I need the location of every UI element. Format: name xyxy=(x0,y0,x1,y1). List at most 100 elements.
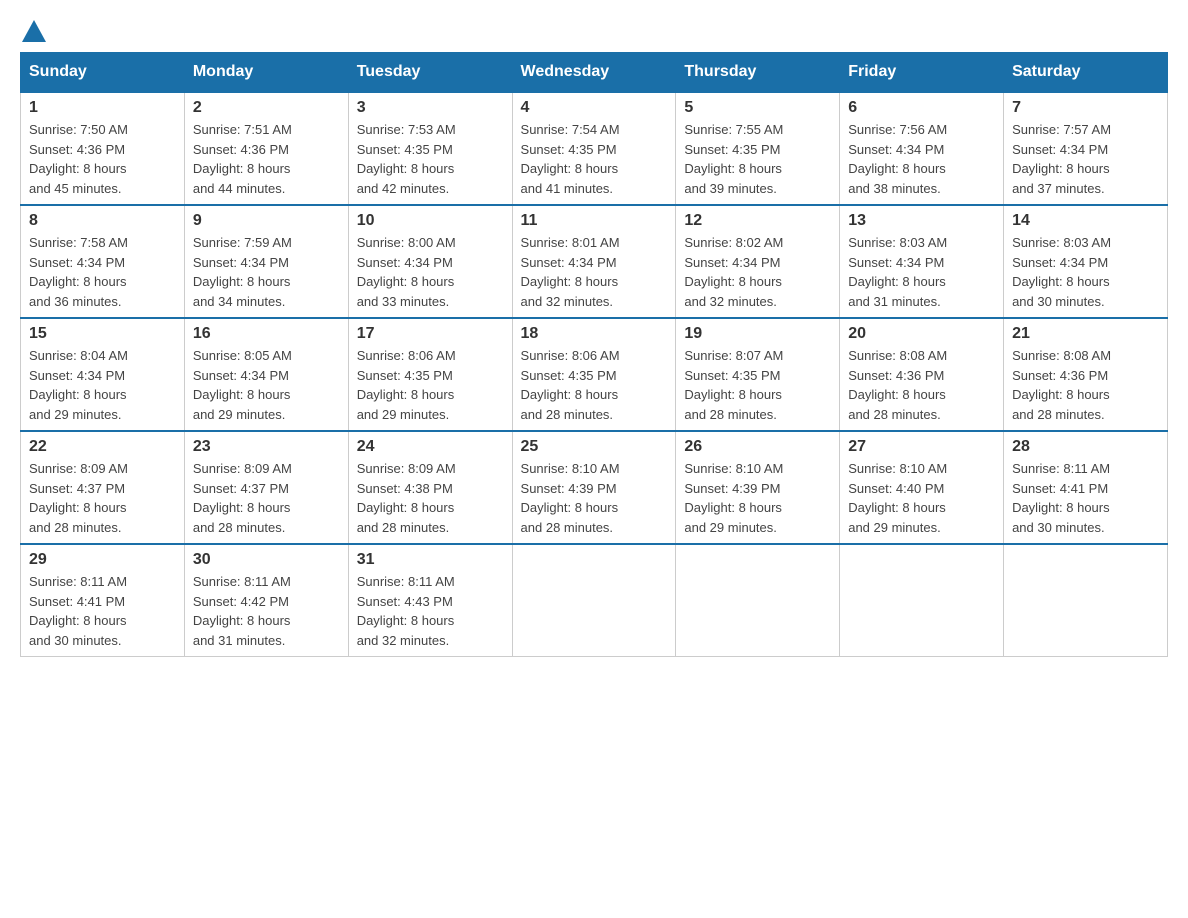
weekday-header-wednesday: Wednesday xyxy=(512,53,676,93)
day-number: 11 xyxy=(521,212,668,230)
calendar-cell: 19 Sunrise: 8:07 AMSunset: 4:35 PMDaylig… xyxy=(676,318,840,431)
calendar-cell: 2 Sunrise: 7:51 AMSunset: 4:36 PMDayligh… xyxy=(184,92,348,205)
calendar-cell: 11 Sunrise: 8:01 AMSunset: 4:34 PMDaylig… xyxy=(512,205,676,318)
calendar-cell: 30 Sunrise: 8:11 AMSunset: 4:42 PMDaylig… xyxy=(184,544,348,657)
weekday-header-friday: Friday xyxy=(840,53,1004,93)
day-info: Sunrise: 7:58 AMSunset: 4:34 PMDaylight:… xyxy=(29,235,128,309)
day-number: 10 xyxy=(357,212,504,230)
week-row-3: 15 Sunrise: 8:04 AMSunset: 4:34 PMDaylig… xyxy=(21,318,1168,431)
day-number: 24 xyxy=(357,438,504,456)
day-number: 4 xyxy=(521,99,668,117)
day-number: 1 xyxy=(29,99,176,117)
calendar-cell: 26 Sunrise: 8:10 AMSunset: 4:39 PMDaylig… xyxy=(676,431,840,544)
day-info: Sunrise: 8:01 AMSunset: 4:34 PMDaylight:… xyxy=(521,235,620,309)
day-info: Sunrise: 7:54 AMSunset: 4:35 PMDaylight:… xyxy=(521,122,620,196)
day-info: Sunrise: 8:10 AMSunset: 4:39 PMDaylight:… xyxy=(521,461,620,535)
calendar-cell: 13 Sunrise: 8:03 AMSunset: 4:34 PMDaylig… xyxy=(840,205,1004,318)
calendar-cell: 1 Sunrise: 7:50 AMSunset: 4:36 PMDayligh… xyxy=(21,92,185,205)
calendar-cell: 17 Sunrise: 8:06 AMSunset: 4:35 PMDaylig… xyxy=(348,318,512,431)
day-info: Sunrise: 7:56 AMSunset: 4:34 PMDaylight:… xyxy=(848,122,947,196)
day-info: Sunrise: 8:10 AMSunset: 4:40 PMDaylight:… xyxy=(848,461,947,535)
calendar-cell: 15 Sunrise: 8:04 AMSunset: 4:34 PMDaylig… xyxy=(21,318,185,431)
day-number: 23 xyxy=(193,438,340,456)
page-header xyxy=(20,20,1168,42)
calendar-cell: 16 Sunrise: 8:05 AMSunset: 4:34 PMDaylig… xyxy=(184,318,348,431)
calendar-cell: 28 Sunrise: 8:11 AMSunset: 4:41 PMDaylig… xyxy=(1004,431,1168,544)
day-number: 27 xyxy=(848,438,995,456)
weekday-header-saturday: Saturday xyxy=(1004,53,1168,93)
day-number: 12 xyxy=(684,212,831,230)
day-info: Sunrise: 7:53 AMSunset: 4:35 PMDaylight:… xyxy=(357,122,456,196)
calendar-cell: 7 Sunrise: 7:57 AMSunset: 4:34 PMDayligh… xyxy=(1004,92,1168,205)
day-info: Sunrise: 8:02 AMSunset: 4:34 PMDaylight:… xyxy=(684,235,783,309)
weekday-header-thursday: Thursday xyxy=(676,53,840,93)
day-number: 13 xyxy=(848,212,995,230)
day-info: Sunrise: 8:08 AMSunset: 4:36 PMDaylight:… xyxy=(848,348,947,422)
week-row-4: 22 Sunrise: 8:09 AMSunset: 4:37 PMDaylig… xyxy=(21,431,1168,544)
day-number: 7 xyxy=(1012,99,1159,117)
calendar-cell xyxy=(512,544,676,657)
day-info: Sunrise: 8:11 AMSunset: 4:41 PMDaylight:… xyxy=(1012,461,1110,535)
day-info: Sunrise: 8:06 AMSunset: 4:35 PMDaylight:… xyxy=(357,348,456,422)
day-number: 5 xyxy=(684,99,831,117)
weekday-header-sunday: Sunday xyxy=(21,53,185,93)
day-info: Sunrise: 8:03 AMSunset: 4:34 PMDaylight:… xyxy=(1012,235,1111,309)
weekday-header-row: SundayMondayTuesdayWednesdayThursdayFrid… xyxy=(21,53,1168,93)
day-number: 6 xyxy=(848,99,995,117)
day-info: Sunrise: 8:06 AMSunset: 4:35 PMDaylight:… xyxy=(521,348,620,422)
day-number: 15 xyxy=(29,325,176,343)
calendar-cell: 4 Sunrise: 7:54 AMSunset: 4:35 PMDayligh… xyxy=(512,92,676,205)
day-number: 29 xyxy=(29,551,176,569)
calendar-cell: 14 Sunrise: 8:03 AMSunset: 4:34 PMDaylig… xyxy=(1004,205,1168,318)
day-number: 17 xyxy=(357,325,504,343)
weekday-header-monday: Monday xyxy=(184,53,348,93)
day-number: 20 xyxy=(848,325,995,343)
day-info: Sunrise: 8:11 AMSunset: 4:43 PMDaylight:… xyxy=(357,574,455,648)
day-info: Sunrise: 8:10 AMSunset: 4:39 PMDaylight:… xyxy=(684,461,783,535)
day-info: Sunrise: 8:04 AMSunset: 4:34 PMDaylight:… xyxy=(29,348,128,422)
day-info: Sunrise: 7:57 AMSunset: 4:34 PMDaylight:… xyxy=(1012,122,1111,196)
day-info: Sunrise: 7:59 AMSunset: 4:34 PMDaylight:… xyxy=(193,235,292,309)
day-info: Sunrise: 8:03 AMSunset: 4:34 PMDaylight:… xyxy=(848,235,947,309)
day-info: Sunrise: 7:55 AMSunset: 4:35 PMDaylight:… xyxy=(684,122,783,196)
day-info: Sunrise: 8:09 AMSunset: 4:37 PMDaylight:… xyxy=(29,461,128,535)
day-number: 3 xyxy=(357,99,504,117)
weekday-header-tuesday: Tuesday xyxy=(348,53,512,93)
calendar-table: SundayMondayTuesdayWednesdayThursdayFrid… xyxy=(20,52,1168,657)
day-info: Sunrise: 8:11 AMSunset: 4:41 PMDaylight:… xyxy=(29,574,127,648)
calendar-cell: 27 Sunrise: 8:10 AMSunset: 4:40 PMDaylig… xyxy=(840,431,1004,544)
week-row-5: 29 Sunrise: 8:11 AMSunset: 4:41 PMDaylig… xyxy=(21,544,1168,657)
calendar-cell: 5 Sunrise: 7:55 AMSunset: 4:35 PMDayligh… xyxy=(676,92,840,205)
day-number: 22 xyxy=(29,438,176,456)
day-number: 14 xyxy=(1012,212,1159,230)
logo-triangle-icon xyxy=(22,20,46,42)
calendar-cell: 21 Sunrise: 8:08 AMSunset: 4:36 PMDaylig… xyxy=(1004,318,1168,431)
day-info: Sunrise: 8:09 AMSunset: 4:37 PMDaylight:… xyxy=(193,461,292,535)
week-row-1: 1 Sunrise: 7:50 AMSunset: 4:36 PMDayligh… xyxy=(21,92,1168,205)
day-number: 28 xyxy=(1012,438,1159,456)
day-number: 8 xyxy=(29,212,176,230)
calendar-cell: 18 Sunrise: 8:06 AMSunset: 4:35 PMDaylig… xyxy=(512,318,676,431)
day-number: 31 xyxy=(357,551,504,569)
day-info: Sunrise: 8:07 AMSunset: 4:35 PMDaylight:… xyxy=(684,348,783,422)
calendar-cell: 10 Sunrise: 8:00 AMSunset: 4:34 PMDaylig… xyxy=(348,205,512,318)
calendar-cell xyxy=(1004,544,1168,657)
day-number: 9 xyxy=(193,212,340,230)
day-info: Sunrise: 7:50 AMSunset: 4:36 PMDaylight:… xyxy=(29,122,128,196)
day-info: Sunrise: 8:00 AMSunset: 4:34 PMDaylight:… xyxy=(357,235,456,309)
day-info: Sunrise: 8:05 AMSunset: 4:34 PMDaylight:… xyxy=(193,348,292,422)
day-info: Sunrise: 8:08 AMSunset: 4:36 PMDaylight:… xyxy=(1012,348,1111,422)
calendar-cell: 8 Sunrise: 7:58 AMSunset: 4:34 PMDayligh… xyxy=(21,205,185,318)
day-number: 19 xyxy=(684,325,831,343)
calendar-cell: 6 Sunrise: 7:56 AMSunset: 4:34 PMDayligh… xyxy=(840,92,1004,205)
day-number: 30 xyxy=(193,551,340,569)
day-number: 25 xyxy=(521,438,668,456)
calendar-cell: 25 Sunrise: 8:10 AMSunset: 4:39 PMDaylig… xyxy=(512,431,676,544)
day-info: Sunrise: 8:09 AMSunset: 4:38 PMDaylight:… xyxy=(357,461,456,535)
logo xyxy=(20,20,48,42)
calendar-cell: 31 Sunrise: 8:11 AMSunset: 4:43 PMDaylig… xyxy=(348,544,512,657)
calendar-cell: 24 Sunrise: 8:09 AMSunset: 4:38 PMDaylig… xyxy=(348,431,512,544)
calendar-cell: 29 Sunrise: 8:11 AMSunset: 4:41 PMDaylig… xyxy=(21,544,185,657)
calendar-cell: 22 Sunrise: 8:09 AMSunset: 4:37 PMDaylig… xyxy=(21,431,185,544)
calendar-cell: 12 Sunrise: 8:02 AMSunset: 4:34 PMDaylig… xyxy=(676,205,840,318)
